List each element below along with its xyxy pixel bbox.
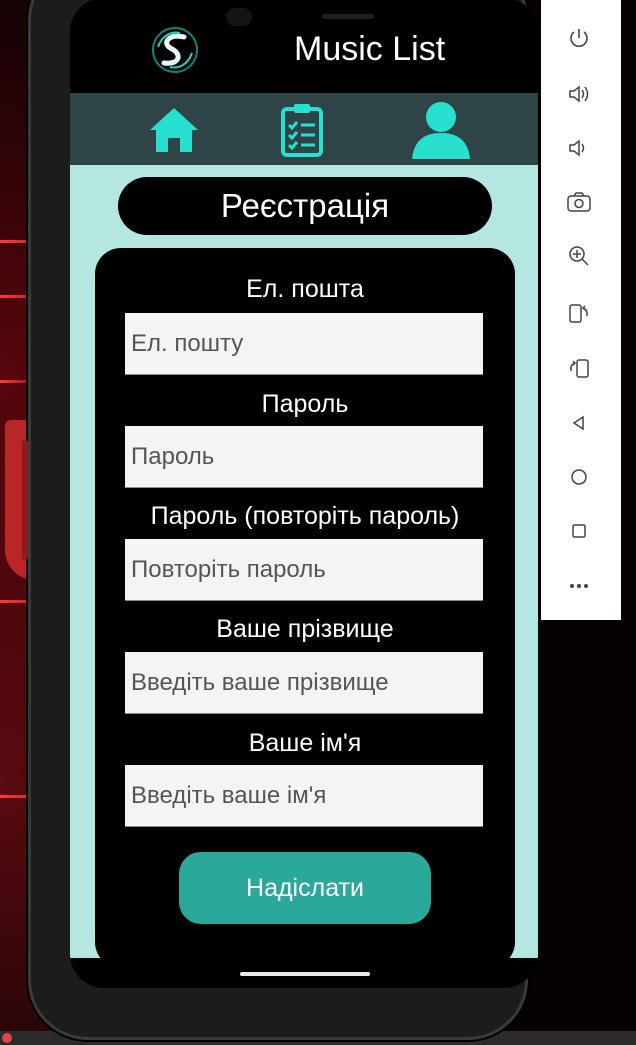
app-logo-icon [152, 27, 198, 73]
emulator-rotate-right-button[interactable] [563, 352, 595, 384]
page-title: Реєстрація [118, 177, 492, 235]
nav-list-button[interactable] [272, 101, 332, 159]
volume-up-icon [569, 85, 589, 103]
surname-label: Ваше прізвище [216, 615, 394, 643]
home-icon [150, 108, 198, 152]
emulator-zoom-button[interactable] [563, 240, 595, 272]
earpiece-speaker [322, 14, 374, 19]
nav-profile-button[interactable] [406, 101, 476, 159]
app-header: Music List [70, 0, 538, 93]
emulator-toolbar [541, 0, 621, 620]
back-icon [572, 415, 584, 431]
rotate-left-icon [569, 304, 588, 323]
more-icon [570, 584, 588, 588]
gesture-home-indicator[interactable] [240, 972, 370, 976]
nav-home-button[interactable] [144, 101, 204, 159]
home-circle-icon [571, 469, 587, 485]
emulator-more-button[interactable] [563, 570, 595, 602]
registration-screen: Реєстрація Ел. пошта Пароль Пароль (повт… [70, 165, 538, 968]
clipboard-list-icon [281, 104, 323, 157]
name-field[interactable] [125, 765, 483, 827]
confirm-password-field[interactable] [125, 539, 483, 601]
phone-frame: Music List Реєстрація Ел. пошта Ел. пошт… [22, 0, 538, 1040]
bottom-nav-bar [70, 93, 538, 165]
app-title: Music List [294, 30, 446, 68]
confirm-password-label: Пароль (повторіть пароль) [150, 502, 460, 530]
emulator-volume-up-button[interactable] [563, 78, 595, 110]
emulator-back-button[interactable] [563, 407, 595, 439]
email-field[interactable] [125, 313, 483, 375]
phone-screen: Music List Реєстрація Ел. пошта Ел. пошт… [70, 0, 538, 988]
registration-form: Ел. пошта Пароль Пароль (повторіть парол… [95, 248, 515, 968]
submit-button[interactable]: Надіслати [179, 852, 431, 924]
emulator-screenshot-button[interactable] [563, 186, 595, 218]
overview-icon [572, 524, 586, 538]
emulator-power-button[interactable] [563, 22, 595, 54]
password-label: Пароль [261, 390, 349, 418]
zoom-in-icon [569, 246, 589, 266]
rotate-right-icon [570, 359, 589, 378]
user-icon [412, 102, 470, 159]
surname-field[interactable] [125, 652, 483, 714]
taskbar-app-icon [2, 1033, 12, 1043]
emulator-overview-button[interactable] [563, 515, 595, 547]
power-icon [570, 29, 588, 47]
email-label: Ел. пошта [246, 275, 364, 303]
phone-left-edge [22, 440, 28, 560]
emulator-rotate-left-button[interactable] [563, 297, 595, 329]
name-label: Ваше ім'я [248, 729, 362, 757]
camera-icon [567, 192, 591, 212]
password-field[interactable] [125, 426, 483, 488]
volume-down-icon [569, 139, 585, 157]
emulator-home-button[interactable] [563, 461, 595, 493]
front-camera [226, 8, 252, 26]
emulator-volume-down-button[interactable] [563, 132, 595, 164]
